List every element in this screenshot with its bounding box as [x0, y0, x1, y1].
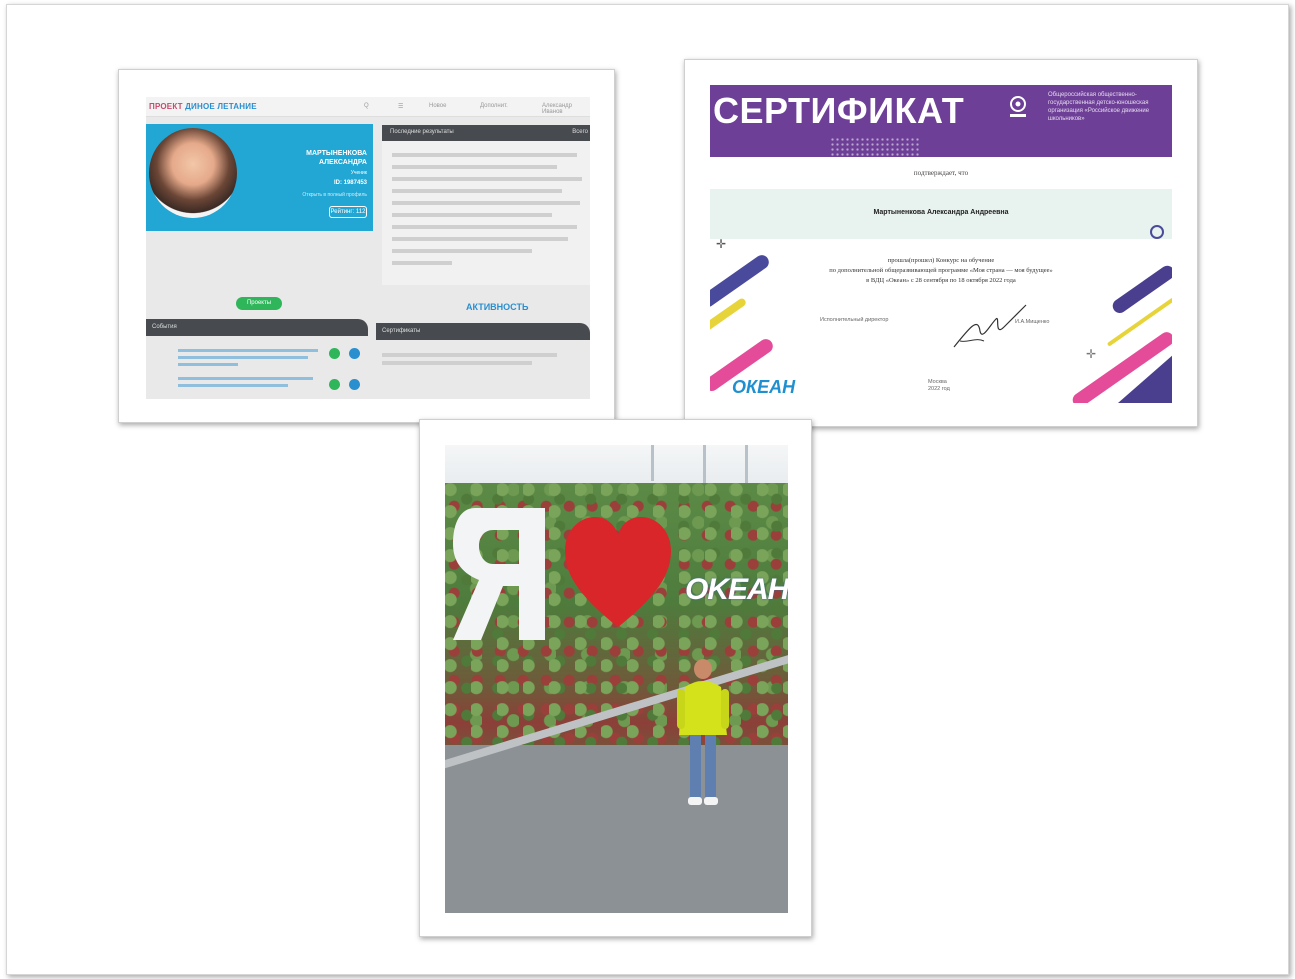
event-link: [178, 384, 288, 387]
text-line: [392, 261, 452, 265]
heart-icon: [565, 517, 671, 627]
organization-emblem-icon: [1010, 96, 1026, 117]
profile-name-line2: АЛЕКСАНДРА: [319, 159, 367, 166]
text-line: [382, 361, 532, 365]
document-page: ПРОЕКТ ДИНОЕ ЛЕТАНИЕ Q ☰ Новое Дополнит.…: [6, 4, 1289, 975]
profile-screenshot-photo: ПРОЕКТ ДИНОЕ ЛЕТАНИЕ Q ☰ Новое Дополнит.…: [118, 69, 615, 423]
activity-label: АКТИВНОСТЬ: [466, 302, 529, 312]
signer-name: И.А.Мищенко: [1015, 319, 1050, 325]
menu-icon: ☰: [398, 104, 404, 110]
text-line: [392, 225, 577, 229]
results-panel: Последние результаты Всего: [382, 125, 590, 285]
nav-user: Александр Иванов: [542, 103, 573, 115]
certificate-text-line: прошла(прошел) Конкурс на обучение: [887, 257, 995, 264]
recipient-name: Мартыненкова Александра Андреевна: [873, 209, 1009, 216]
certificate-header: СЕРТИФИКАТ Общероссийская общественно-го…: [710, 85, 1172, 157]
screen-capture: ПРОЕКТ ДИНОЕ ЛЕТАНИЕ Q ☰ Новое Дополнит.…: [146, 97, 590, 399]
search-icon: Q: [364, 103, 369, 109]
event-link: [178, 363, 238, 366]
info-icon: [349, 348, 360, 359]
event-link: [178, 349, 318, 352]
event-link: [178, 377, 313, 380]
results-panel-header: Последние результаты Всего: [382, 125, 590, 141]
certificate-text-line: в ВДЦ «Океан» с 28 сентября по 18 октябр…: [866, 277, 1016, 284]
rating-button: Рейтинг: 112: [329, 206, 367, 218]
certificate-title: СЕРТИФИКАТ: [713, 90, 965, 131]
profile-role: Ученик: [350, 170, 367, 176]
name-band: Мартыненкова Александра Андреевна: [710, 189, 1172, 239]
sign-letter-ya: [453, 508, 545, 640]
screen-header: ПРОЕКТ ДИНОЕ ЛЕТАНИЕ Q ☰ Новое Дополнит.…: [146, 97, 590, 117]
projects-button: Проекты: [236, 297, 282, 310]
text-line: [392, 165, 557, 169]
certificate-text-line: по дополнительной общеразвивающей програ…: [829, 267, 1053, 274]
check-icon: [329, 379, 340, 390]
confirms-text: подтверждает, что: [913, 169, 969, 177]
plus-icon: ✛: [716, 237, 727, 251]
sign-okean-word: OKEAH: [685, 573, 788, 606]
text-line: [392, 249, 532, 253]
text-line: [392, 189, 562, 193]
pavement: [445, 745, 788, 913]
profile-avatar: [149, 128, 237, 218]
text-line: [392, 153, 577, 157]
nav-item: Дополнит.: [480, 103, 508, 109]
outdoor-photo: Я OKEAH: [445, 445, 788, 913]
circle-decor-icon: [1150, 225, 1164, 239]
profile-name-line1: МАРТЫНЕНКОВА: [306, 150, 367, 157]
certificates-header: Сертификаты: [376, 323, 590, 340]
text-line: [382, 353, 557, 357]
text-line: [392, 237, 568, 241]
okean-logo: ОКЕАН: [732, 377, 796, 397]
profile-link: Открыть в полный профиль: [302, 192, 367, 198]
signer-role: Исполнительный директор: [820, 317, 889, 323]
event-link: [178, 356, 308, 359]
text-line: [392, 213, 552, 217]
outdoor-photo-frame: Я OKEAH: [419, 419, 812, 937]
organization-name: Общероссийская общественно-государственн…: [1048, 92, 1150, 122]
nav-item: Новое: [429, 103, 447, 109]
flagpole: [651, 445, 654, 481]
text-line: [392, 201, 580, 205]
plus-icon: ✛: [1086, 347, 1097, 361]
city-year: Москва 2022 год: [928, 379, 950, 392]
certificate: СЕРТИФИКАТ Общероссийская общественно-го…: [710, 85, 1172, 403]
text-line: [392, 177, 582, 181]
check-icon: [329, 348, 340, 359]
info-icon: [349, 379, 360, 390]
events-header: События: [146, 319, 368, 336]
profile-card: МАРТЫНЕНКОВА АЛЕКСАНДРА Ученик ID: 19874…: [146, 124, 373, 231]
profile-id: ID: 1987453: [333, 180, 367, 186]
certificate-photo: СЕРТИФИКАТ Общероссийская общественно-го…: [684, 59, 1198, 427]
site-logo: ПРОЕКТ ДИНОЕ ЛЕТАНИЕ: [149, 102, 257, 111]
dot-pattern: [830, 137, 920, 157]
person-figure: [677, 659, 729, 805]
